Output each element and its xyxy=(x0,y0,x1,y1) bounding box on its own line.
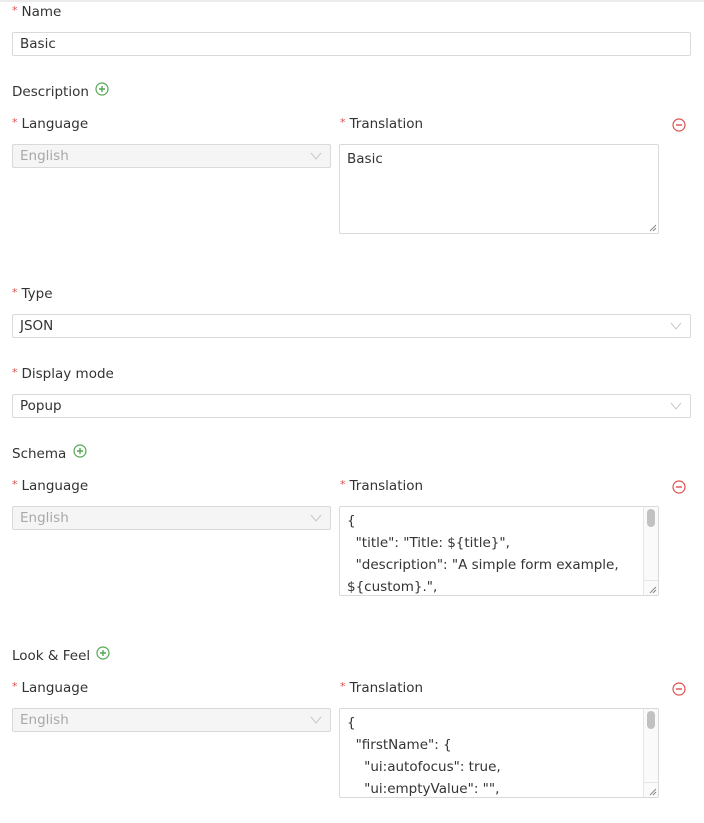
name-label: * Name xyxy=(12,2,61,23)
schema-section: Schema xyxy=(12,444,87,464)
scrollbar-thumb[interactable] xyxy=(647,509,655,527)
required-marker: * xyxy=(12,478,18,491)
translation-label-text: Translation xyxy=(349,116,424,132)
translation-label-text: Translation xyxy=(349,478,424,494)
chevron-down-icon xyxy=(310,514,322,522)
language-label-text: Language xyxy=(21,478,89,494)
translation-label-text: Translation xyxy=(349,680,424,696)
description-translation-label: * Translation xyxy=(340,114,423,135)
required-marker: * xyxy=(12,4,18,17)
textarea-line: "description": "A simple form example, xyxy=(347,557,619,573)
schema-language-value: English xyxy=(20,510,69,526)
schema-language-select: English xyxy=(12,506,331,530)
chevron-down-icon xyxy=(310,716,322,724)
chevron-down-icon xyxy=(670,322,682,330)
textarea-line: "firstName": { xyxy=(347,737,452,753)
name-input[interactable]: Basic xyxy=(12,32,691,56)
add-description-icon[interactable] xyxy=(95,82,109,102)
textarea-line: { xyxy=(347,715,356,731)
language-label-text: Language xyxy=(21,680,89,696)
remove-description-icon[interactable] xyxy=(672,118,686,136)
scrollbar[interactable] xyxy=(643,709,658,797)
schema-label: Schema xyxy=(12,446,67,462)
chevron-down-icon xyxy=(670,402,682,410)
description-label: Description xyxy=(12,84,89,100)
required-marker: * xyxy=(12,116,18,129)
remove-look-feel-icon[interactable] xyxy=(672,682,686,700)
look-feel-language-value: English xyxy=(20,712,69,728)
textarea-line: "ui:emptyValue": "", xyxy=(347,781,500,797)
scrollbar[interactable] xyxy=(643,507,658,595)
type-label-text: Type xyxy=(21,286,53,302)
required-marker: * xyxy=(12,366,18,379)
required-marker: * xyxy=(340,478,346,491)
description-translation-textarea[interactable]: Basic xyxy=(339,144,659,234)
type-label: * Type xyxy=(12,284,53,305)
textarea-line: Basic xyxy=(347,151,383,167)
resize-handle-icon[interactable] xyxy=(648,223,657,232)
add-schema-icon[interactable] xyxy=(72,444,87,464)
look-feel-translation-textarea[interactable]: { "firstName": { "ui:autofocus": true, "… xyxy=(339,708,659,798)
schema-language-label: * Language xyxy=(12,476,88,497)
resize-handle-icon[interactable] xyxy=(648,787,657,796)
textarea-line: "ui:autofocus": true, xyxy=(347,759,501,775)
type-value: JSON xyxy=(20,318,54,334)
display-mode-value: Popup xyxy=(20,398,62,414)
look-feel-label: Look & Feel xyxy=(12,648,91,664)
textarea-line: { xyxy=(347,513,356,529)
type-select[interactable]: JSON xyxy=(12,314,691,338)
display-mode-label: * Display mode xyxy=(12,364,114,385)
look-feel-language-select: English xyxy=(12,708,331,732)
chevron-down-icon xyxy=(310,152,322,160)
language-label-text: Language xyxy=(21,116,89,132)
textarea-line: ${custom}.", xyxy=(347,579,438,595)
required-marker: * xyxy=(340,680,346,693)
display-mode-label-text: Display mode xyxy=(21,366,114,382)
remove-schema-icon[interactable] xyxy=(672,480,686,498)
look-feel-translation-label: * Translation xyxy=(340,678,423,699)
look-feel-section: Look & Feel xyxy=(12,646,111,666)
textarea-line: "title": "Title: ${title}", xyxy=(347,535,510,551)
top-divider xyxy=(0,0,704,2)
look-feel-language-label: * Language xyxy=(12,678,88,699)
resize-handle-icon[interactable] xyxy=(648,585,657,594)
description-language-value: English xyxy=(20,148,69,164)
description-language-select: English xyxy=(12,144,331,168)
schema-translation-label: * Translation xyxy=(340,476,423,497)
add-look-feel-icon[interactable] xyxy=(96,646,111,666)
name-label-text: Name xyxy=(21,4,62,20)
display-mode-select[interactable]: Popup xyxy=(12,394,691,418)
description-section: Description xyxy=(12,82,109,102)
required-marker: * xyxy=(12,286,18,299)
description-language-label: * Language xyxy=(12,114,88,135)
scrollbar-thumb[interactable] xyxy=(647,711,655,729)
required-marker: * xyxy=(340,116,346,129)
schema-translation-textarea[interactable]: { "title": "Title: ${title}", "descripti… xyxy=(339,506,659,596)
required-marker: * xyxy=(12,680,18,693)
